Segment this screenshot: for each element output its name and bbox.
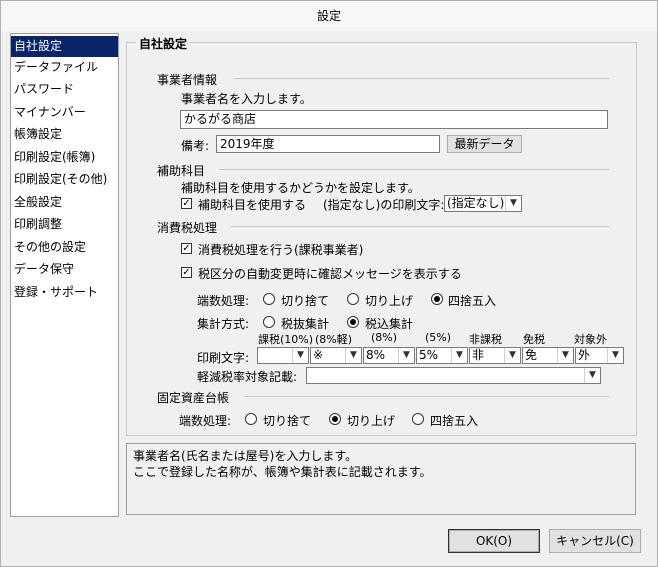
dialog-footer: OK(O) キャンセル(C) bbox=[1, 521, 657, 566]
sidebar-item-other-settings[interactable]: その他の設定 bbox=[11, 237, 118, 258]
print-char-taxable-10-select[interactable]: ▼ bbox=[257, 347, 309, 364]
divider bbox=[233, 78, 609, 79]
sub-account-heading: 補助科目 bbox=[157, 164, 206, 178]
print-char-out-of-scope-select[interactable]: 外 ▼ bbox=[575, 347, 624, 364]
chevron-down-icon: ▼ bbox=[505, 196, 521, 211]
sidebar-item-print-other[interactable]: 印刷設定(その他) bbox=[11, 169, 118, 190]
settings-window: 設定 自社設定 データファイル パスワード マイナンバー 帳簿設定 印刷設定(帳… bbox=[0, 0, 658, 567]
fixed-rounding-ceil-label: 切り上げ bbox=[347, 414, 396, 428]
tax-calc-inclusive-radio[interactable] bbox=[347, 316, 359, 328]
print-char-label: 印刷文字: bbox=[197, 351, 250, 365]
help-line-2: ここで登録した名称が、帳簿や集計表に記載されます。 bbox=[133, 465, 432, 479]
ok-button[interactable]: OK(O) bbox=[448, 529, 540, 553]
fixed-rounding-floor-radio[interactable] bbox=[245, 413, 257, 425]
col-header-5: (5%) bbox=[425, 331, 452, 344]
chevron-down-icon: ▼ bbox=[504, 348, 520, 363]
sidebar-item-print-adjust[interactable]: 印刷調整 bbox=[11, 214, 118, 235]
fixed-assets-heading: 固定資産台帳 bbox=[157, 391, 230, 405]
tax-rounding-round-radio[interactable] bbox=[431, 293, 443, 305]
help-line-1: 事業者名(氏名または屋号)を入力します。 bbox=[133, 449, 358, 463]
settings-sidebar: 自社設定 データファイル パスワード マイナンバー 帳簿設定 印刷設定(帳簿) … bbox=[10, 33, 119, 517]
tax-calc-label: 集計方式: bbox=[197, 317, 250, 331]
print-char-8-reduced-select[interactable]: ※ ▼ bbox=[310, 347, 362, 364]
print-char-8-reduced-value: ※ bbox=[313, 348, 324, 362]
reduced-rate-select[interactable]: ▼ bbox=[306, 367, 601, 384]
page-title: 自社設定 bbox=[136, 35, 191, 52]
none-print-char-value: (指定なし) bbox=[447, 196, 505, 210]
chevron-down-icon: ▼ bbox=[345, 348, 361, 363]
sidebar-item-my-number[interactable]: マイナンバー bbox=[11, 102, 118, 123]
fixed-rounding-round-label: 四捨五入 bbox=[430, 414, 479, 428]
print-char-out-of-scope-value: 外 bbox=[578, 348, 591, 362]
col-header-8-reduced: (8%軽) bbox=[315, 333, 353, 346]
use-sub-account-checkbox[interactable]: ✓ bbox=[181, 198, 192, 209]
tax-process-checkbox[interactable]: ✓ bbox=[181, 243, 192, 254]
col-header-out-of-scope: 対象外 bbox=[574, 333, 607, 346]
window-title: 設定 bbox=[1, 1, 657, 31]
business-heading: 事業者情報 bbox=[157, 73, 218, 87]
sidebar-item-company[interactable]: 自社設定 bbox=[11, 36, 118, 57]
tax-confirm-checkbox[interactable]: ✓ bbox=[181, 267, 192, 278]
none-print-char-select[interactable]: (指定なし) ▼ bbox=[444, 195, 522, 212]
tax-calc-exclusive-radio[interactable] bbox=[263, 316, 275, 328]
col-header-8: (8%) bbox=[371, 331, 398, 344]
cancel-button[interactable]: キャンセル(C) bbox=[549, 529, 641, 553]
fixed-rounding-round-radio[interactable] bbox=[412, 413, 424, 425]
chevron-down-icon: ▼ bbox=[584, 368, 600, 383]
print-char-8-select[interactable]: 8% ▼ bbox=[363, 347, 415, 364]
sidebar-item-registration[interactable]: 登録・サポート bbox=[11, 282, 118, 303]
fixed-rounding-floor-label: 切り捨て bbox=[263, 414, 312, 428]
note-input[interactable]: 2019年度 bbox=[216, 135, 440, 153]
print-char-exempt-select[interactable]: 免 ▼ bbox=[522, 347, 574, 364]
print-char-nontaxable-select[interactable]: 非 ▼ bbox=[469, 347, 521, 364]
tax-rounding-round-label: 四捨五入 bbox=[448, 294, 497, 308]
divider bbox=[244, 396, 609, 397]
fixed-rounding-ceil-radio[interactable] bbox=[329, 413, 341, 425]
tax-heading: 消費税処理 bbox=[157, 221, 218, 235]
sidebar-item-print-ledger[interactable]: 印刷設定(帳簿) bbox=[11, 147, 118, 168]
col-header-taxable-10: 課税(10%) bbox=[258, 333, 314, 346]
use-sub-account-label: 補助科目を使用する bbox=[198, 198, 307, 212]
help-panel: 事業者名(氏名または屋号)を入力します。 ここで登録した名称が、帳簿や集計表に記… bbox=[126, 443, 636, 515]
business-name-input[interactable]: かるがる商店 bbox=[180, 110, 608, 129]
print-char-5-select[interactable]: 5% ▼ bbox=[416, 347, 468, 364]
print-char-8-value: 8% bbox=[366, 348, 386, 362]
tax-confirm-label: 税区分の自動変更時に確認メッセージを表示する bbox=[198, 267, 462, 281]
chevron-down-icon: ▼ bbox=[607, 348, 623, 363]
chevron-down-icon: ▼ bbox=[398, 348, 414, 363]
chevron-down-icon: ▼ bbox=[451, 348, 467, 363]
tax-rounding-floor-radio[interactable] bbox=[263, 293, 275, 305]
note-label: 備考: bbox=[181, 139, 210, 153]
divider bbox=[231, 226, 609, 227]
print-char-nontaxable-value: 非 bbox=[472, 348, 485, 362]
tax-calc-inclusive-label: 税込集計 bbox=[365, 317, 414, 331]
tax-rounding-floor-label: 切り捨て bbox=[281, 294, 330, 308]
chevron-down-icon: ▼ bbox=[292, 348, 308, 363]
sidebar-item-password[interactable]: パスワード bbox=[11, 79, 118, 100]
none-print-char-label: (指定なし)の印刷文字: bbox=[323, 198, 445, 212]
tax-calc-exclusive-label: 税抜集計 bbox=[281, 317, 330, 331]
sidebar-item-data-file[interactable]: データファイル bbox=[11, 57, 118, 78]
sidebar-item-data-maintenance[interactable]: データ保守 bbox=[11, 259, 118, 280]
sidebar-item-general[interactable]: 全般設定 bbox=[11, 192, 118, 213]
fixed-rounding-label: 端数処理: bbox=[179, 414, 232, 428]
reduced-rate-label: 軽減税率対象記載: bbox=[197, 370, 298, 384]
tax-rounding-ceil-label: 切り上げ bbox=[365, 294, 414, 308]
sub-account-description: 補助科目を使用するかどうかを設定します。 bbox=[181, 181, 420, 195]
divider bbox=[219, 169, 609, 170]
business-description: 事業者名を入力します。 bbox=[181, 92, 312, 106]
tax-process-label: 消費税処理を行う(課税事業者) bbox=[198, 243, 364, 257]
tax-rounding-ceil-radio[interactable] bbox=[347, 293, 359, 305]
latest-data-button[interactable]: 最新データ bbox=[447, 135, 522, 153]
col-header-exempt: 免税 bbox=[523, 333, 545, 346]
print-char-5-value: 5% bbox=[419, 348, 439, 362]
tax-rounding-label: 端数処理: bbox=[197, 294, 250, 308]
chevron-down-icon: ▼ bbox=[557, 348, 573, 363]
col-header-nontaxable: 非課税 bbox=[469, 333, 502, 346]
print-char-exempt-value: 免 bbox=[525, 348, 538, 362]
sidebar-item-ledger[interactable]: 帳簿設定 bbox=[11, 124, 118, 145]
